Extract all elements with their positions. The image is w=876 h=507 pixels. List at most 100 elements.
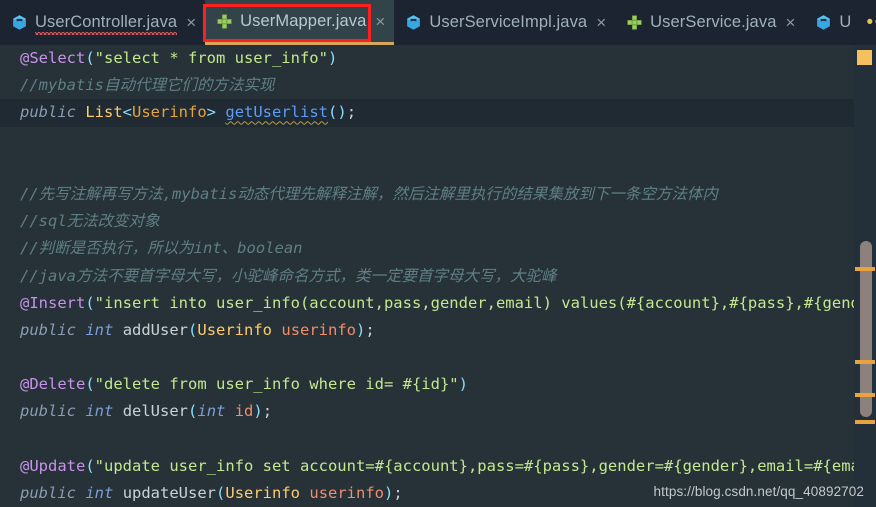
code-line: @Update("update user_info set account=#{… bbox=[0, 453, 876, 480]
code-token: ( bbox=[85, 456, 95, 475]
code-token: ) bbox=[253, 402, 263, 421]
code-token: ( bbox=[216, 484, 226, 502]
code-token: userinfo bbox=[309, 484, 385, 502]
code-line: //判断是否执行，所以为int、boolean bbox=[0, 235, 876, 262]
code-line: @Delete("delete from user_info where id=… bbox=[0, 371, 876, 398]
code-token: public bbox=[20, 103, 76, 122]
code-token: () bbox=[328, 103, 347, 122]
code-token: //判断是否执行，所以为int、boolean bbox=[20, 239, 303, 258]
code-token: //先写注解再写方法,mybatis动态代理先解释注解，然后注解里执行的结果集放… bbox=[20, 184, 718, 203]
tab-label: UserController.java bbox=[35, 13, 178, 35]
editor-scrollbar-gutter[interactable] bbox=[854, 45, 876, 507]
code-line: @Insert("insert into user_info(account,p… bbox=[0, 290, 876, 317]
tab-close-icon[interactable]: × bbox=[596, 14, 606, 31]
code-token: ) bbox=[327, 49, 338, 67]
code-token: ( bbox=[188, 402, 198, 421]
code-token: ; bbox=[262, 402, 273, 421]
warning-marker-icon[interactable] bbox=[857, 50, 872, 65]
code-line: //先写注解再写方法,mybatis动态代理先解释注解，然后注解里执行的结果集放… bbox=[0, 181, 876, 208]
code-token: @Insert bbox=[20, 293, 86, 312]
code-line: public int delUser(int id); bbox=[0, 398, 876, 425]
code-token: @Select bbox=[20, 49, 86, 67]
tab-label: U bbox=[839, 13, 852, 31]
code-token: ; bbox=[393, 484, 403, 502]
code-token: @Update bbox=[20, 456, 86, 475]
error-tick-mark bbox=[855, 420, 875, 424]
code-token: "update user_info set account=#{account}… bbox=[94, 456, 876, 475]
editor-tab-usercontroller-java[interactable]: UserController.java × bbox=[0, 0, 205, 45]
code-token: ) bbox=[458, 375, 468, 394]
java-class-icon bbox=[817, 15, 831, 30]
editor-tab-bar: UserController.java × UserMapper.java × User… bbox=[0, 0, 876, 45]
error-tick-mark bbox=[855, 360, 875, 364]
code-token: ( bbox=[188, 320, 198, 339]
code-token: List bbox=[85, 103, 123, 122]
code-token: ( bbox=[85, 49, 95, 67]
code-line: @Select("select * from user_info") bbox=[0, 45, 876, 72]
code-token: Userinfo bbox=[132, 103, 207, 122]
code-editor[interactable]: @Select("select * from user_info")//myba… bbox=[0, 45, 876, 507]
code-token: int bbox=[85, 484, 114, 502]
editor-tab-userserviceimpl-java[interactable]: UserServiceImpl.java × bbox=[394, 0, 615, 45]
code-token: @Delete bbox=[20, 375, 86, 394]
tab-close-icon[interactable]: × bbox=[785, 14, 795, 31]
error-tick-mark bbox=[855, 267, 875, 271]
code-token: int bbox=[85, 402, 114, 421]
code-token: "select * from user_info" bbox=[94, 49, 328, 67]
code-token: ( bbox=[85, 293, 95, 312]
code-token: > bbox=[206, 103, 217, 122]
tab-close-icon[interactable]: × bbox=[186, 14, 196, 31]
code-token: id bbox=[234, 402, 254, 421]
editor-tab-u[interactable]: U bbox=[804, 0, 860, 45]
code-token: //sql无法改变对象 bbox=[20, 212, 160, 231]
code-token: public bbox=[20, 484, 76, 502]
tab-close-icon[interactable]: × bbox=[375, 13, 385, 30]
code-token: public bbox=[20, 320, 76, 339]
code-token: userinfo bbox=[281, 320, 357, 339]
editor-tab-usermapper-java[interactable]: UserMapper.java × bbox=[205, 0, 395, 45]
java-class-icon bbox=[13, 15, 26, 30]
code-token: ( bbox=[85, 375, 95, 394]
java-class-icon bbox=[407, 15, 421, 30]
code-token: Userinfo bbox=[197, 320, 273, 339]
code-token: ) bbox=[384, 484, 394, 502]
mybatis-mapper-icon bbox=[217, 13, 232, 29]
code-line: //java方法不要首字母大写，小驼峰命名方式，类一定要首字母大写，大驼峰 bbox=[0, 263, 876, 290]
tab-overflow-menu[interactable]: •••2 bbox=[866, 0, 876, 45]
code-line: //mybatis自动代理它们的方法实现 bbox=[0, 72, 876, 99]
tab-label: UserServiceImpl.java bbox=[429, 13, 588, 31]
code-token: //java方法不要首字母大写，小驼峰命名方式，类一定要首字母大写，大驼峰 bbox=[20, 266, 557, 285]
overflow-dots-icon[interactable]: ••• bbox=[866, 13, 876, 32]
mybatis-mapper-icon bbox=[627, 15, 642, 30]
code-token: //mybatis自动代理它们的方法实现 bbox=[20, 76, 275, 95]
ide-window: UserController.java × UserMapper.java × User… bbox=[0, 0, 876, 507]
code-token: delUser bbox=[122, 402, 189, 421]
editor-tab-userservice-java[interactable]: UserService.java × bbox=[615, 0, 804, 45]
error-tick-mark bbox=[855, 393, 875, 397]
code-content: @Select("select * from user_info")//myba… bbox=[0, 45, 876, 507]
watermark-text: https://blog.csdn.net/qq_40892702 bbox=[653, 484, 864, 499]
code-token: addUser bbox=[122, 320, 189, 339]
code-token: "delete from user_info where id= #{id}" bbox=[94, 375, 459, 394]
code-token: ; bbox=[365, 320, 375, 339]
tab-label: UserService.java bbox=[650, 13, 777, 31]
code-token: ; bbox=[346, 103, 357, 122]
tab-label: UserMapper.java bbox=[240, 11, 367, 30]
code-line: //sql无法改变对象 bbox=[0, 208, 876, 235]
code-line: public List<Userinfo> getUserlist(); bbox=[0, 99, 876, 127]
code-token: int bbox=[85, 320, 114, 339]
